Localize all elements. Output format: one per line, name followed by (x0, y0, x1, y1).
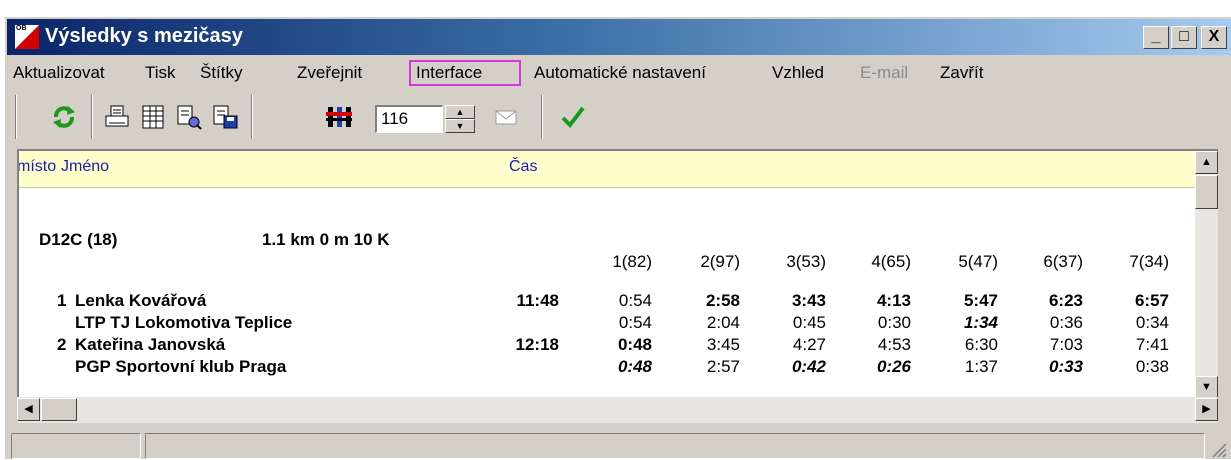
split-header: 5(47) (958, 252, 998, 271)
vertical-scroll-thumb[interactable] (1195, 175, 1218, 209)
cumulative-split: 5:47 (963, 291, 998, 310)
cumulative-split: 0:54 (618, 291, 652, 310)
resize-grip-icon[interactable] (1209, 440, 1227, 458)
toolbar-separator (91, 95, 93, 139)
column-time[interactable]: Čas (509, 158, 537, 176)
leg-split: 0:42 (791, 357, 826, 376)
cumulative-split: 4:13 (876, 291, 911, 310)
cumulative-split: 4:53 (877, 335, 911, 354)
minimize-button[interactable]: _ (1143, 26, 1169, 49)
runner-time: 12:18 (515, 335, 559, 354)
table-icon[interactable] (137, 101, 169, 133)
leg-split: 0:30 (877, 313, 911, 332)
results-window: OB Výsledky s mezičasy _ □ X Aktualizova… (4, 16, 1231, 459)
status-panel (11, 433, 141, 459)
category-info: 1.1 km 0 m 10 K (262, 230, 390, 249)
mail-icon[interactable] (490, 101, 522, 133)
horizontal-scrollbar[interactable]: ◀ ▶ (17, 397, 1218, 423)
count-input[interactable]: 116 (375, 105, 443, 133)
filter-icon[interactable] (323, 101, 355, 133)
menu-aktualizovat[interactable]: Aktualizovat (13, 63, 105, 83)
leg-split: 2:04 (706, 313, 740, 332)
runner-name: Kateřina Janovská (75, 335, 226, 354)
cumulative-split: 7:41 (1135, 335, 1169, 354)
cumulative-split: 4:27 (792, 335, 826, 354)
split-header: 6(37) (1043, 252, 1083, 271)
menu-zavrit[interactable]: Zavřít (940, 63, 983, 83)
leg-split: 1:34 (963, 313, 998, 332)
scroll-right-button[interactable]: ▶ (1195, 398, 1218, 421)
spin-up-button[interactable]: ▲ (445, 105, 475, 119)
menu-stitky[interactable]: Štítky (200, 63, 243, 83)
results-view[interactable]: místo Jméno Čas D12C (18) 1.1 km 0 m 10 … (17, 149, 1218, 397)
cumulative-split: 2:58 (705, 291, 740, 310)
split-header: 4(65) (871, 252, 911, 271)
leg-split: 0:33 (1048, 357, 1083, 376)
cumulative-split: 3:43 (791, 291, 826, 310)
vertical-scrollbar[interactable]: ▲ ▼ (1195, 151, 1218, 397)
runner-place: 2 (57, 335, 67, 354)
leg-split: 0:45 (792, 313, 826, 332)
print-preview-icon[interactable] (173, 101, 205, 133)
scroll-down-button[interactable]: ▼ (1195, 376, 1218, 397)
column-header: místo Jméno Čas (19, 151, 1204, 188)
menu-automaticke-nastaveni[interactable]: Automatické nastavení (534, 63, 706, 83)
horizontal-scroll-thumb[interactable] (41, 398, 77, 421)
cumulative-split: 6:30 (964, 335, 998, 354)
export-icon[interactable] (209, 101, 241, 133)
status-bar (7, 431, 1231, 460)
refresh-icon[interactable] (48, 101, 80, 133)
leg-split: 2:57 (706, 357, 740, 376)
leg-split: 0:38 (1135, 357, 1169, 376)
leg-split: 0:36 (1049, 313, 1083, 332)
split-header: 3(53) (786, 252, 826, 271)
runner-club: LTP TJ Lokomotiva Teplice (75, 313, 293, 332)
menu-bar: Aktualizovat Tisk Štítky Zveřejnit Inter… (7, 59, 1231, 89)
cumulative-split: 6:23 (1048, 291, 1083, 310)
cumulative-split: 6:57 (1134, 291, 1169, 310)
leg-split: 0:34 (1135, 313, 1169, 332)
cumulative-split: 7:03 (1049, 335, 1083, 354)
leg-split: 0:48 (617, 357, 652, 376)
close-button[interactable]: X (1201, 26, 1227, 49)
scroll-up-button[interactable]: ▲ (1195, 151, 1218, 174)
column-place[interactable]: místo (19, 158, 56, 176)
split-header: 1(82) (612, 252, 652, 271)
window-title: Výsledky s mezičasy (45, 25, 243, 47)
toolbar-separator (251, 95, 253, 139)
cumulative-split: 3:45 (706, 335, 740, 354)
leg-split: 0:54 (618, 313, 652, 332)
menu-email[interactable]: E-mail (860, 63, 908, 83)
menu-vzhled[interactable]: Vzhled (772, 63, 824, 83)
spin-down-button[interactable]: ▼ (445, 119, 475, 133)
toolbar-separator (541, 95, 543, 139)
toolbar-grip (15, 95, 17, 139)
split-header: 7(34) (1129, 252, 1169, 271)
print-icon[interactable] (101, 101, 133, 133)
runner-time: 11:48 (516, 291, 559, 310)
status-panel (145, 433, 1205, 459)
category-name: D12C (18) (39, 230, 118, 249)
menu-tisk[interactable]: Tisk (145, 63, 176, 83)
runner-club: PGP Sportovní klub Praga (75, 357, 287, 376)
cumulative-split: 0:48 (617, 335, 652, 354)
leg-split: 1:37 (964, 357, 998, 376)
scroll-left-button[interactable]: ◀ (17, 398, 40, 421)
split-header: 2(97) (700, 252, 740, 271)
menu-zverejnit[interactable]: Zveřejnit (297, 63, 362, 83)
menu-interface[interactable]: Interface (416, 63, 482, 83)
leg-split: 0:26 (876, 357, 911, 376)
ob-logo-icon: OB (15, 25, 39, 49)
check-icon[interactable] (557, 101, 589, 133)
title-bar[interactable]: OB Výsledky s mezičasy _ □ X (7, 19, 1231, 55)
runner-name: Lenka Kovářová (75, 291, 207, 310)
column-name[interactable]: Jméno (61, 158, 109, 176)
runner-place: 1 (57, 291, 67, 310)
maximize-button[interactable]: □ (1171, 26, 1197, 49)
